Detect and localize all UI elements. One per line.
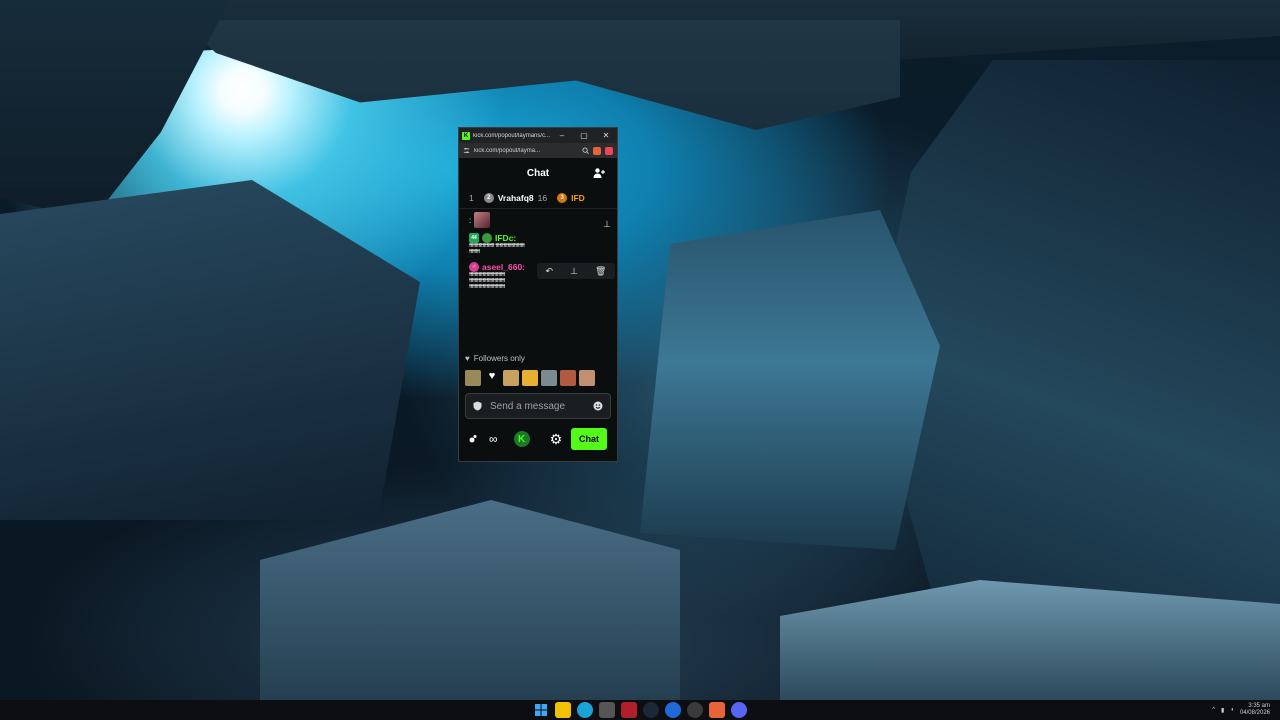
emote-bar: ♥ bbox=[459, 367, 617, 389]
zoom-icon[interactable] bbox=[582, 147, 589, 154]
address-bar[interactable]: kick.com/popout/layma... bbox=[459, 143, 617, 158]
chat-header: Chat bbox=[459, 158, 617, 188]
message-placeholder: Send a message bbox=[490, 400, 566, 412]
pin-icon[interactable]: ⊥ bbox=[603, 219, 611, 230]
app-icon[interactable] bbox=[621, 702, 637, 718]
emoji-icon[interactable] bbox=[593, 401, 603, 411]
leaderboard-count: 16 bbox=[537, 193, 548, 203]
settings-gear-icon[interactable]: ⚙ bbox=[550, 431, 563, 448]
rocks-left bbox=[0, 180, 420, 520]
cave-left-wall bbox=[0, 0, 230, 220]
site-settings-icon[interactable] bbox=[463, 147, 470, 154]
message-text: ɬɬɬɬɬɬɬɬ bbox=[469, 249, 480, 255]
desktop-wallpaper bbox=[0, 0, 1280, 700]
emote-button[interactable] bbox=[560, 370, 576, 386]
maximize-button[interactable]: ▢ bbox=[573, 131, 595, 140]
send-chat-button[interactable]: Chat bbox=[571, 428, 607, 450]
edge-icon[interactable] bbox=[577, 702, 593, 718]
chat-messages[interactable]: : ⊥ 44 IFDc: ɬɬɬɬɬɬɬɬɬɬɬɬɬɬɬɬɬɬɬ ɬɬɬɬɬɬɬ… bbox=[459, 209, 617, 349]
start-menu-icon[interactable] bbox=[533, 702, 549, 718]
network-icon[interactable]: ▮ bbox=[1221, 707, 1224, 714]
close-button[interactable]: ✕ bbox=[595, 131, 617, 140]
kick-emote-icon[interactable]: K bbox=[513, 431, 530, 447]
windows-taskbar: ^ ▮ ◖ 3:35 am 04/08/2026 bbox=[0, 700, 1280, 720]
chat-footer: ∞ K ⚙ Chat bbox=[459, 423, 617, 455]
followers-only-text: Followers only bbox=[473, 353, 525, 363]
kicks-icon[interactable] bbox=[469, 434, 481, 444]
clock-date: 04/08/2026 bbox=[1239, 710, 1270, 716]
emote-button[interactable] bbox=[465, 370, 481, 386]
kick-chat-popout: K kick.com/popout/laymans/c... – ▢ ✕ kic… bbox=[458, 127, 618, 462]
chat-title: Chat bbox=[526, 167, 550, 179]
emote-button[interactable] bbox=[541, 370, 557, 386]
discord-icon[interactable] bbox=[731, 702, 747, 718]
followers-only-notice: ♥ Followers only bbox=[459, 349, 617, 367]
rank-badge: 3 bbox=[557, 193, 568, 203]
clock-time: 3:35 am bbox=[1248, 703, 1270, 709]
message-username[interactable]: aseel_660: bbox=[482, 262, 525, 272]
rock-center bbox=[640, 210, 940, 550]
volume-icon[interactable]: ◖ bbox=[1230, 707, 1234, 713]
emote-button[interactable] bbox=[522, 370, 538, 386]
tray-chevron-icon[interactable]: ^ bbox=[1212, 707, 1215, 713]
globe-badge-icon bbox=[482, 233, 492, 243]
leaderboard-rank: 1 bbox=[469, 193, 474, 203]
rewards-icon[interactable] bbox=[605, 146, 613, 155]
emote-button[interactable]: ♥ bbox=[484, 370, 500, 386]
chat-message: : bbox=[459, 209, 617, 231]
window-title: kick.com/popout/laymans/c... bbox=[473, 132, 551, 139]
emote-image bbox=[474, 212, 491, 228]
store-icon[interactable] bbox=[599, 702, 615, 718]
cave-arch bbox=[180, 20, 900, 130]
kick-icon: K bbox=[462, 131, 470, 140]
shield-icon bbox=[473, 401, 482, 411]
leaderboard-user[interactable]: Vrahafq8 bbox=[498, 193, 534, 203]
users-icon[interactable] bbox=[593, 167, 605, 179]
heart-icon: ♥ bbox=[465, 353, 470, 363]
colon-text: : bbox=[469, 215, 472, 225]
app-icon[interactable] bbox=[687, 702, 703, 718]
pin-message-icon[interactable]: ⊥ bbox=[570, 266, 578, 277]
message-actions: ↶ ⊥ 🗑 bbox=[537, 263, 615, 279]
brave-shield-icon[interactable] bbox=[593, 146, 601, 155]
steam-icon[interactable] bbox=[643, 702, 659, 718]
emote-button[interactable] bbox=[579, 370, 595, 386]
rank-badge: 2 bbox=[483, 193, 494, 203]
rock-floor bbox=[780, 580, 1280, 700]
system-tray: ^ ▮ ◖ 3:35 am 04/08/2026 bbox=[1212, 703, 1270, 717]
window-titlebar[interactable]: K kick.com/popout/laymans/c... – ▢ ✕ bbox=[459, 128, 617, 143]
rock-foreground bbox=[260, 500, 680, 700]
message-text: ɬɬɬɬɬɬɬɬɬɬɬɬɬɬɬɬɬɬɬɬɬɬɬɬɬɬɬ bbox=[469, 284, 505, 290]
subscriber-badge: 44 bbox=[469, 233, 479, 243]
emote-button[interactable] bbox=[503, 370, 519, 386]
gift-leaderboard: 1 2 Vrahafq8 16 3 IFD bbox=[459, 188, 617, 209]
reply-icon[interactable]: ↶ bbox=[546, 266, 554, 277]
brave-icon[interactable] bbox=[709, 702, 725, 718]
leaderboard-user[interactable]: IFD bbox=[571, 193, 585, 203]
clock[interactable]: 3:35 am 04/08/2026 bbox=[1240, 703, 1270, 717]
message-input[interactable]: Send a message bbox=[465, 393, 611, 419]
chat-message: 44 IFDc: ɬɬɬɬɬɬɬɬɬɬɬɬɬɬɬɬɬɬɬ ɬɬɬɬɬɬɬɬɬɬɬ… bbox=[459, 231, 617, 257]
app-icon[interactable] bbox=[665, 702, 681, 718]
delete-icon[interactable]: 🗑 bbox=[595, 266, 606, 277]
url-text: kick.com/popout/layma... bbox=[474, 147, 541, 154]
infinity-icon[interactable]: ∞ bbox=[489, 432, 498, 446]
user-badge-icon: ♂ bbox=[469, 262, 479, 272]
taskbar-apps bbox=[533, 702, 747, 718]
file-explorer-icon[interactable] bbox=[555, 702, 571, 718]
message-username[interactable]: IFDc: bbox=[495, 233, 516, 243]
minimize-button[interactable]: – bbox=[551, 131, 573, 140]
